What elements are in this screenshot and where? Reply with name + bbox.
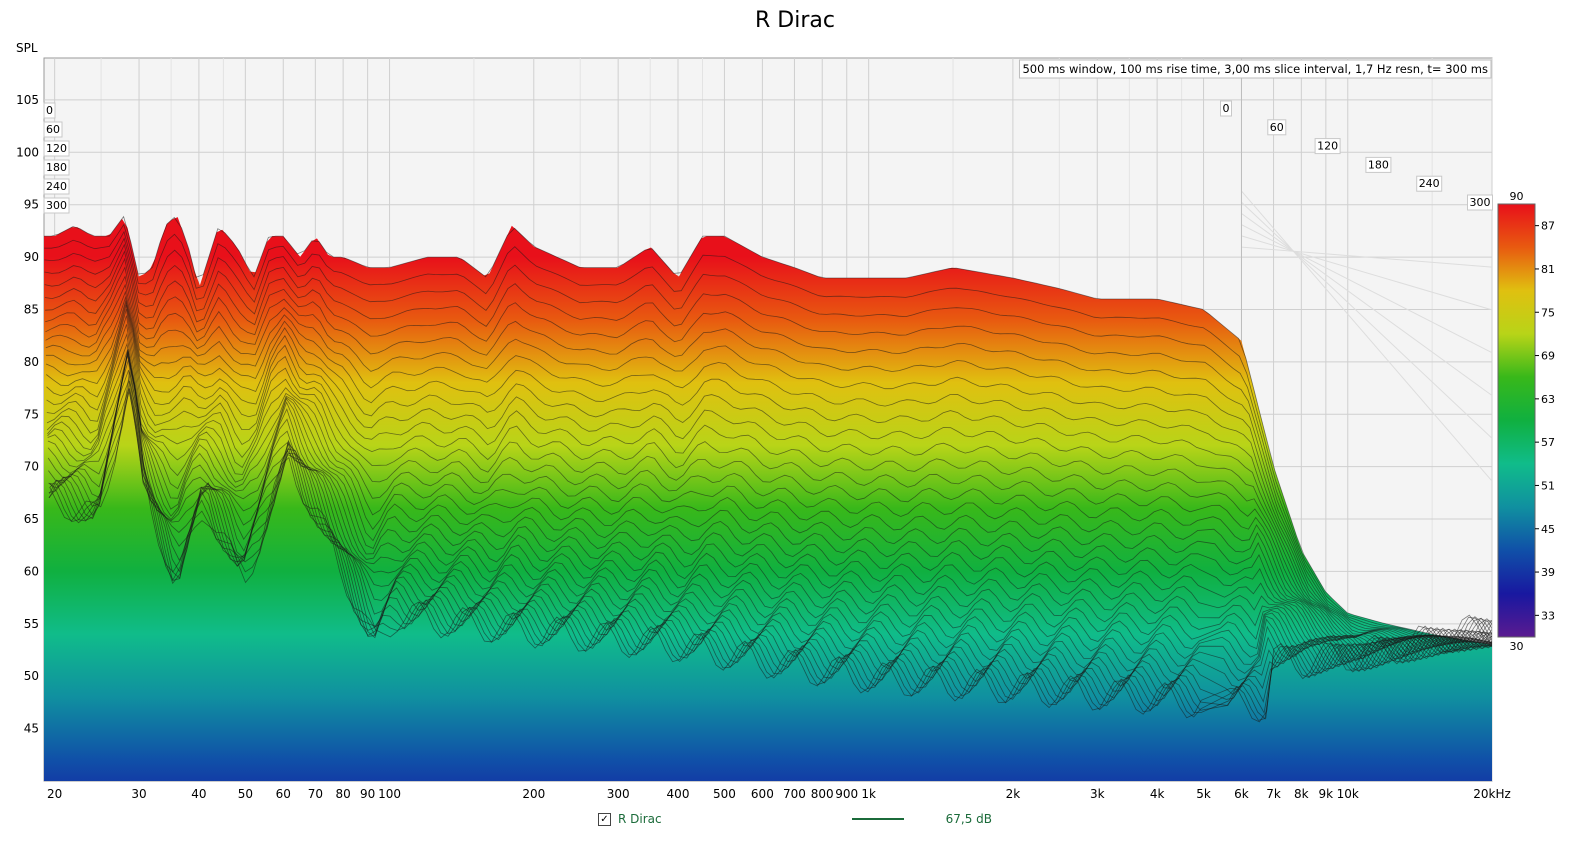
time-label-right: 120: [1317, 140, 1338, 153]
time-label-right: 0: [1223, 102, 1230, 115]
time-label-right: 240: [1419, 177, 1440, 190]
time-label-right: 60: [1270, 121, 1284, 134]
x-tick-label: 100: [378, 787, 401, 801]
colorbar: 90 30 87 81 75 69 63 57 51 45 39 33: [1497, 190, 1555, 653]
colorbar-tick-label: 75: [1541, 306, 1555, 319]
x-tick-label: 900: [835, 787, 858, 801]
colorbar-tick-label: 45: [1541, 523, 1555, 536]
time-label-right: 300: [1470, 196, 1491, 209]
colorbar-max-label: 90: [1510, 190, 1524, 203]
x-tick-label: 40: [191, 787, 206, 801]
y-tick-label: 80: [24, 355, 39, 369]
y-tick-label: 75: [24, 407, 39, 421]
x-tick-label: 3k: [1090, 787, 1105, 801]
colorbar-tick-label: 81: [1541, 263, 1555, 276]
legend-series-name: R Dirac: [618, 812, 662, 826]
y-tick-label: 45: [24, 722, 39, 736]
y-tick-label: 60: [24, 564, 39, 578]
y-tick-label: 70: [24, 460, 39, 474]
colorbar-tick-label: 51: [1541, 479, 1555, 492]
x-tick-label: 8k: [1294, 787, 1309, 801]
x-tick-label: 60: [276, 787, 291, 801]
colorbar-min-label: 30: [1510, 640, 1524, 653]
time-label-left: 0: [46, 104, 53, 117]
x-tick-label: 20: [47, 787, 62, 801]
y-tick-label: 65: [24, 512, 39, 526]
x-tick-label: 2k: [1006, 787, 1021, 801]
x-tick-label: 400: [667, 787, 690, 801]
time-label-right: 180: [1368, 158, 1389, 171]
colorbar-tick-label: 63: [1541, 393, 1555, 406]
legend: ✓ R Dirac 67,5 dB: [598, 810, 992, 828]
legend-line-swatch: [851, 818, 904, 820]
colorbar-tick-label: 69: [1541, 350, 1555, 363]
x-tick-label: 7k: [1266, 787, 1281, 801]
colorbar-tick-label: 39: [1541, 566, 1555, 579]
y-tick-label: 90: [24, 250, 39, 264]
x-tick-label: 9k: [1319, 787, 1334, 801]
x-tick-label: 500: [713, 787, 736, 801]
y-tick-label: 85: [24, 302, 39, 316]
x-tick-label: 300: [607, 787, 630, 801]
colorbar-tick-label: 57: [1541, 436, 1555, 449]
x-tick-label: 90: [360, 787, 375, 801]
x-tick-label: 70: [308, 787, 323, 801]
x-tick-label: 1k: [861, 787, 876, 801]
x-tick-label: 80: [335, 787, 350, 801]
x-tick-label: 6k: [1234, 787, 1249, 801]
time-label-left: 300: [46, 199, 67, 212]
legend-checkbox[interactable]: ✓: [598, 812, 611, 826]
x-tick-label: 10k: [1337, 787, 1359, 801]
x-tick-label: 20kHz: [1473, 787, 1511, 801]
x-tick-label: 700: [783, 787, 806, 801]
x-tick-label: 5k: [1196, 787, 1211, 801]
y-tick-label: 105: [16, 93, 39, 107]
time-label-left: 180: [46, 161, 67, 174]
x-tick-label: 800: [811, 787, 834, 801]
y-tick-label: 55: [24, 617, 39, 631]
legend-value: 67,5 dB: [945, 812, 993, 826]
colorbar-tick-label: 33: [1541, 609, 1555, 622]
x-tick-label: 50: [238, 787, 253, 801]
x-tick-label: 30: [131, 787, 146, 801]
waterfall-plot: 20 30 40 50 60 70 80 90 100 200 300 400 500 600 700 800…: [16, 41, 1555, 801]
annotation-text: 500 ms window, 100 ms rise time, 3,00 ms…: [1022, 62, 1488, 76]
colorbar-gradient: [1497, 203, 1536, 638]
colorbar-tick-label: 87: [1541, 220, 1555, 233]
y-tick-label: 100: [16, 145, 39, 159]
time-label-left: 240: [46, 180, 67, 193]
x-tick-label: 200: [522, 787, 545, 801]
time-label-left: 120: [46, 142, 67, 155]
x-tick-label: 600: [751, 787, 774, 801]
y-axis-label: SPL: [16, 41, 38, 55]
y-tick-label: 95: [24, 198, 39, 212]
x-tick-label: 4k: [1150, 787, 1165, 801]
time-label-left: 60: [46, 123, 60, 136]
y-tick-label: 50: [24, 669, 39, 683]
